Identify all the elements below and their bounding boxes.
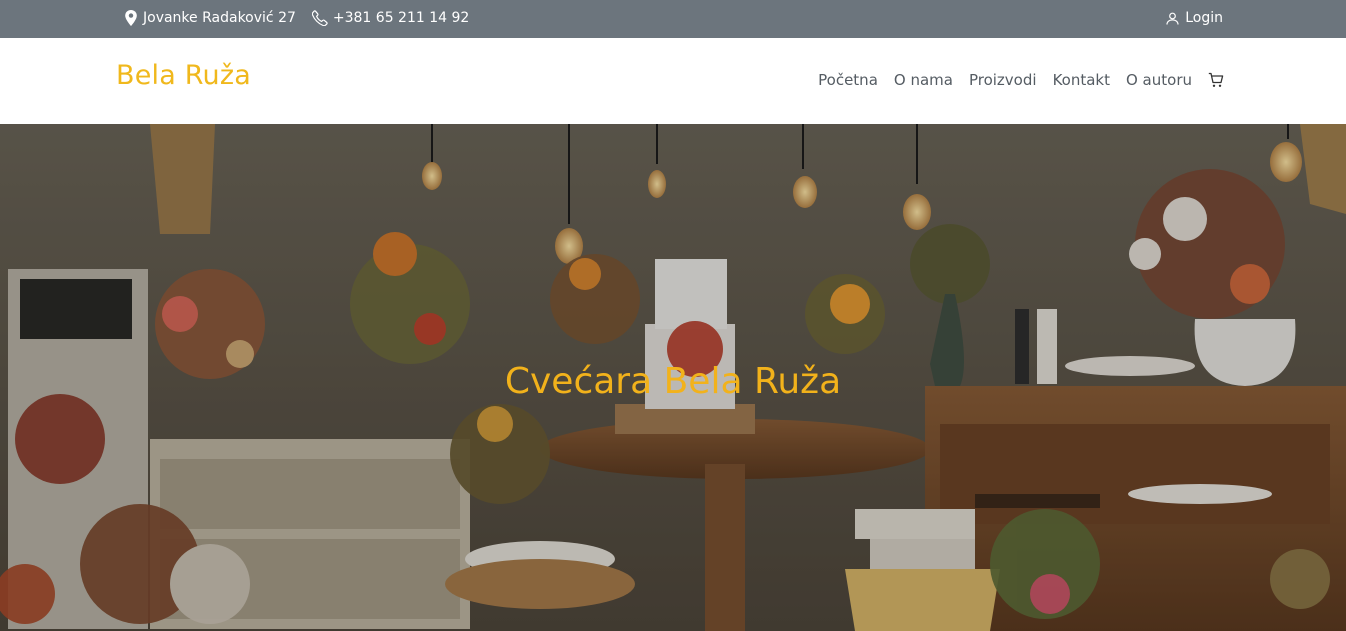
phone-text: +381 65 211 14 92 [332, 10, 470, 26]
user-icon [1166, 12, 1179, 25]
nav-menu: Početna O nama Proizvodi Kontakt O autor… [802, 71, 1224, 89]
hero-banner: Cvećara Bela Ruža [0, 124, 1346, 631]
location-pin-icon [125, 10, 137, 26]
nav-link-o-autoru[interactable]: O autoru [1126, 71, 1192, 89]
brand-logo[interactable]: Bela Ruža [116, 60, 251, 91]
login-label: Login [1185, 10, 1223, 26]
phone-item: +381 65 211 14 92 [311, 10, 470, 26]
nav-link-proizvodi[interactable]: Proizvodi [969, 71, 1037, 89]
hero-title: Cvećara Bela Ruža [504, 361, 842, 402]
nav-link-o-nama[interactable]: O nama [894, 71, 953, 89]
top-bar: Jovanke Radaković 27 +381 65 211 14 92 L… [0, 0, 1346, 38]
phone-icon [311, 10, 328, 26]
cart-icon [1208, 72, 1224, 87]
login-link[interactable]: Login [1166, 10, 1223, 26]
nav-link-kontakt[interactable]: Kontakt [1053, 71, 1110, 89]
contact-info: Jovanke Radaković 27 +381 65 211 14 92 [124, 10, 485, 26]
address-item: Jovanke Radaković 27 [124, 10, 296, 26]
nav-link-pocetna[interactable]: Početna [818, 71, 878, 89]
cart-button[interactable] [1208, 72, 1224, 88]
main-navbar: Bela Ruža Početna O nama Proizvodi Konta… [0, 38, 1346, 124]
address-text: Jovanke Radaković 27 [143, 10, 296, 26]
